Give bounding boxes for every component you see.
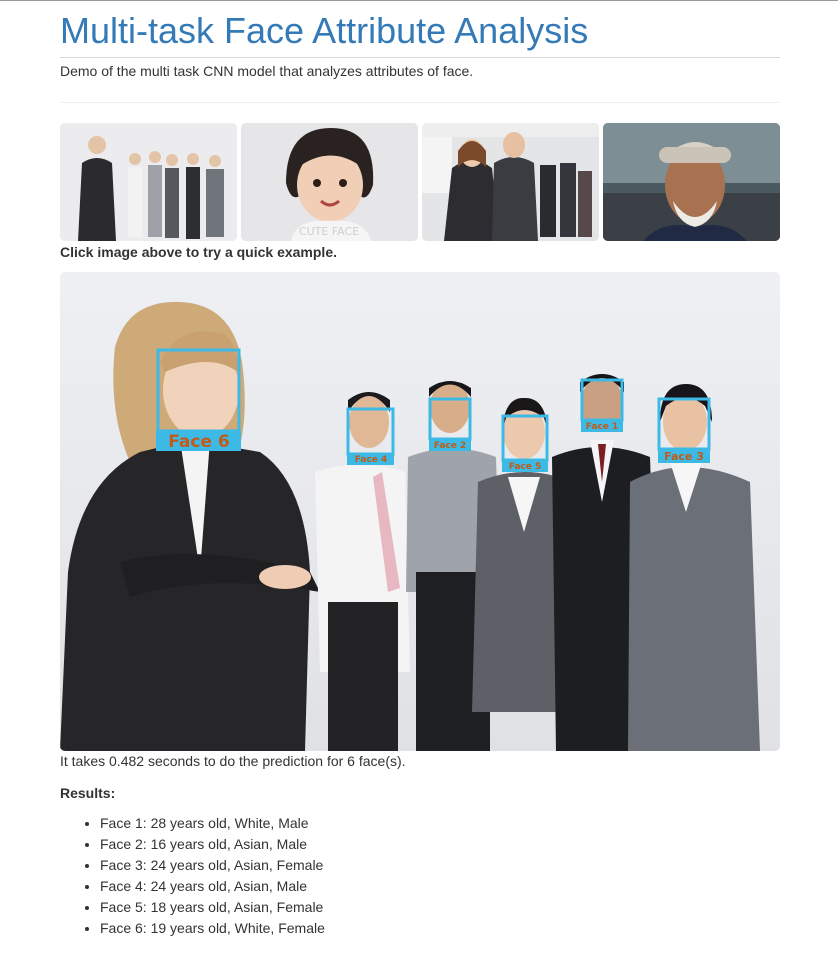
page-subtitle: Demo of the multi task CNN model that an… <box>60 63 474 79</box>
face-label-1: Face 1 <box>586 422 619 432</box>
example-elderly-man[interactable] <box>603 123 780 241</box>
list-item: Face 3: 24 years old, Asian, Female <box>100 855 325 876</box>
results-heading: Results: <box>60 785 116 801</box>
result-image: Face 6 Face 4 Face 2 Face 5 Face 1 Face … <box>60 272 780 751</box>
example-group-office-1[interactable] <box>60 123 237 241</box>
divider <box>60 102 780 103</box>
example-hint: Click image above to try a quick example… <box>60 244 337 260</box>
face-label-4: Face 4 <box>355 455 388 465</box>
results-list: Face 1: 28 years old, White, Male Face 2… <box>60 813 325 939</box>
face-label-6: Face 6 <box>168 432 229 452</box>
prediction-timing: It takes 0.482 seconds to do the predict… <box>60 753 406 769</box>
page-title: Multi-task Face Attribute Analysis <box>60 11 780 58</box>
list-item: Face 6: 19 years old, White, Female <box>100 918 325 939</box>
example-child-portrait[interactable]: CUTE FACE <box>241 123 418 241</box>
list-item: Face 2: 16 years old, Asian, Male <box>100 834 325 855</box>
list-item: Face 5: 18 years old, Asian, Female <box>100 897 325 918</box>
list-item: Face 4: 24 years old, Asian, Male <box>100 876 325 897</box>
face-label-2: Face 2 <box>434 441 467 451</box>
face-label-3: Face 3 <box>664 450 704 463</box>
example-thumbnails: CUTE FACE <box>60 123 780 241</box>
list-item: Face 1: 28 years old, White, Male <box>100 813 325 834</box>
face-label-5: Face 5 <box>509 462 542 472</box>
example-business-team[interactable] <box>422 123 599 241</box>
thumbnail-watermark: CUTE FACE <box>299 225 359 238</box>
